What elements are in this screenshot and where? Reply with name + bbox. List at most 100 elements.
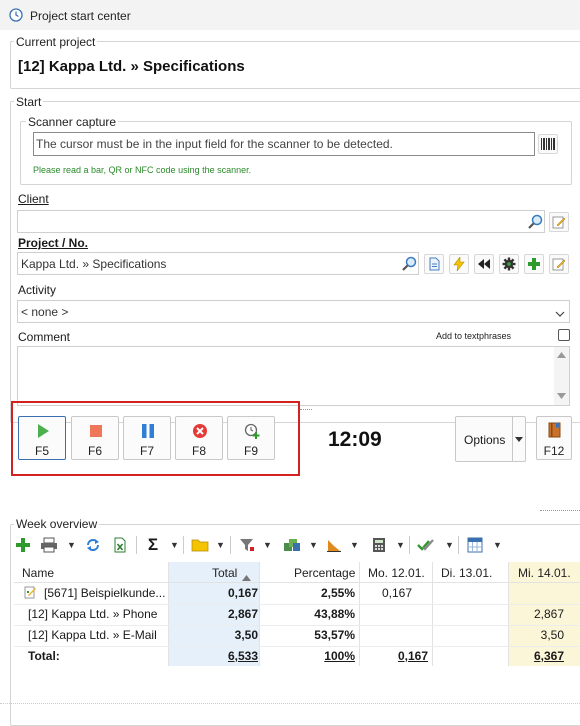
- gear-icon: [502, 257, 516, 271]
- stop-button[interactable]: F6: [71, 416, 119, 460]
- start-button[interactable]: F5: [18, 416, 66, 460]
- scanner-placeholder: The cursor must be in the input field fo…: [36, 137, 393, 151]
- column-header-name[interactable]: Name: [22, 566, 54, 580]
- toolbar-separator: [183, 536, 184, 554]
- view-button[interactable]: [464, 534, 486, 556]
- project-value: Kappa Ltd. » Specifications: [21, 257, 167, 271]
- excel-icon: [114, 537, 126, 553]
- total-row-mi: 6,367: [533, 649, 564, 663]
- row-mi: 3,50: [540, 628, 564, 642]
- week-table: Name Total Percentage Mo. 12.01. Di. 13.…: [14, 562, 580, 666]
- scanner-input[interactable]: The cursor must be in the input field fo…: [33, 132, 535, 156]
- row-mi: 2,867: [533, 607, 564, 621]
- sigma-icon: Σ: [147, 535, 159, 554]
- column-header-percentage[interactable]: Percentage: [294, 566, 355, 580]
- toolbar-separator: [230, 536, 231, 554]
- options-button[interactable]: Options: [455, 416, 526, 462]
- view-dropdown[interactable]: ▼: [493, 540, 502, 550]
- chevron-down-icon: [555, 307, 565, 321]
- start-button-key: F5: [34, 444, 49, 458]
- lightning-icon: [453, 257, 465, 271]
- client-input[interactable]: [17, 210, 545, 233]
- project-edit-button[interactable]: [549, 254, 569, 274]
- folder-dropdown[interactable]: ▼: [216, 540, 225, 550]
- window-title: Project start center: [30, 9, 131, 23]
- project-settings-button[interactable]: [499, 254, 519, 274]
- pause-button-key: F7: [139, 444, 154, 458]
- current-project-name: [12] Kappa Ltd. » Specifications: [18, 58, 245, 75]
- calculator-dropdown[interactable]: ▼: [396, 540, 405, 550]
- barcode-button[interactable]: [538, 134, 558, 154]
- activity-label: Activity: [18, 283, 57, 297]
- group-dropdown[interactable]: ▼: [309, 540, 318, 550]
- calculator-button[interactable]: [368, 534, 390, 556]
- folder-icon: [191, 539, 209, 552]
- total-row-total: 6,533: [227, 649, 258, 663]
- row-mo: 0,167: [381, 586, 412, 600]
- group-button[interactable]: [281, 534, 303, 556]
- project-input[interactable]: Kappa Ltd. » Specifications: [17, 252, 419, 275]
- note-icon: [24, 586, 36, 599]
- client-edit-button[interactable]: [549, 212, 569, 232]
- row-total: 3,50: [234, 628, 258, 642]
- chart-button[interactable]: [323, 534, 345, 556]
- document-icon: [429, 257, 440, 271]
- printer-icon: [41, 537, 57, 553]
- toolbar-separator: [136, 536, 137, 554]
- add-textphrases-checkbox[interactable]: [558, 329, 570, 341]
- row-name: [5671] Beispielkunde...: [44, 586, 166, 600]
- add-project-button[interactable]: [524, 254, 544, 274]
- blocks-icon: [284, 539, 300, 551]
- excel-export-button[interactable]: [109, 534, 131, 556]
- time-display: 12:09: [328, 428, 382, 451]
- client-label: Client: [18, 192, 49, 206]
- activity-value: < none >: [21, 305, 69, 319]
- filter-button[interactable]: [236, 534, 258, 556]
- rewind-icon: [478, 259, 490, 269]
- bottom-divider: [0, 703, 580, 704]
- comment-scrollbar[interactable]: [554, 347, 569, 405]
- refresh-button[interactable]: [82, 534, 104, 556]
- column-header-mo[interactable]: Mo. 12.01.: [368, 566, 425, 580]
- total-row: Total: 6,533 100% 0,167 6,367: [14, 646, 580, 666]
- comment-textarea[interactable]: [17, 346, 570, 406]
- add-entry-button[interactable]: [12, 534, 34, 556]
- project-search-icon[interactable]: [401, 256, 417, 275]
- print-button[interactable]: [38, 534, 60, 556]
- column-header-mi[interactable]: Mi. 14.01.: [518, 566, 571, 580]
- previous-project-button[interactable]: [474, 254, 494, 274]
- folder-button[interactable]: [189, 534, 211, 556]
- book-icon: [548, 422, 561, 438]
- approve-button[interactable]: [415, 534, 437, 556]
- pause-button[interactable]: F7: [123, 416, 171, 460]
- column-header-total[interactable]: Total: [212, 566, 237, 580]
- row-percentage: 53,57%: [314, 628, 355, 642]
- filter-icon: [240, 539, 254, 551]
- filter-dropdown[interactable]: ▼: [263, 540, 272, 550]
- activity-select[interactable]: < none >: [17, 300, 570, 323]
- table-row[interactable]: [12] Kappa Ltd. » E-Mail 3,50 53,57% 3,5…: [14, 625, 580, 647]
- double-check-icon: [417, 539, 434, 551]
- project-details-button[interactable]: [424, 254, 444, 274]
- print-dropdown[interactable]: ▼: [67, 540, 76, 550]
- table-row[interactable]: [12] Kappa Ltd. » Phone 2,867 43,88% 2,8…: [14, 604, 580, 626]
- calculator-icon: [373, 538, 385, 552]
- sum-dropdown[interactable]: ▼: [170, 540, 179, 550]
- chart-dropdown[interactable]: ▼: [350, 540, 359, 550]
- chart-icon: [327, 540, 341, 552]
- caret-down-icon: [515, 437, 523, 442]
- row-total: 0,167: [227, 586, 258, 600]
- search-icon[interactable]: [527, 214, 543, 233]
- row-total: 2,867: [227, 607, 258, 621]
- table-row[interactable]: [5671] Beispielkunde... 0,167 2,55% 0,16…: [14, 583, 580, 605]
- add-time-button-key: F9: [243, 444, 258, 458]
- total-row-percentage: 100%: [324, 649, 355, 663]
- add-time-button[interactable]: F9: [227, 416, 275, 460]
- approve-dropdown[interactable]: ▼: [445, 540, 454, 550]
- cancel-button[interactable]: F8: [175, 416, 223, 460]
- play-icon: [38, 424, 49, 438]
- f12-button[interactable]: F12: [536, 416, 572, 460]
- column-header-di[interactable]: Di. 13.01.: [441, 566, 492, 580]
- sum-button[interactable]: Σ: [142, 534, 164, 556]
- quick-action-button[interactable]: [449, 254, 469, 274]
